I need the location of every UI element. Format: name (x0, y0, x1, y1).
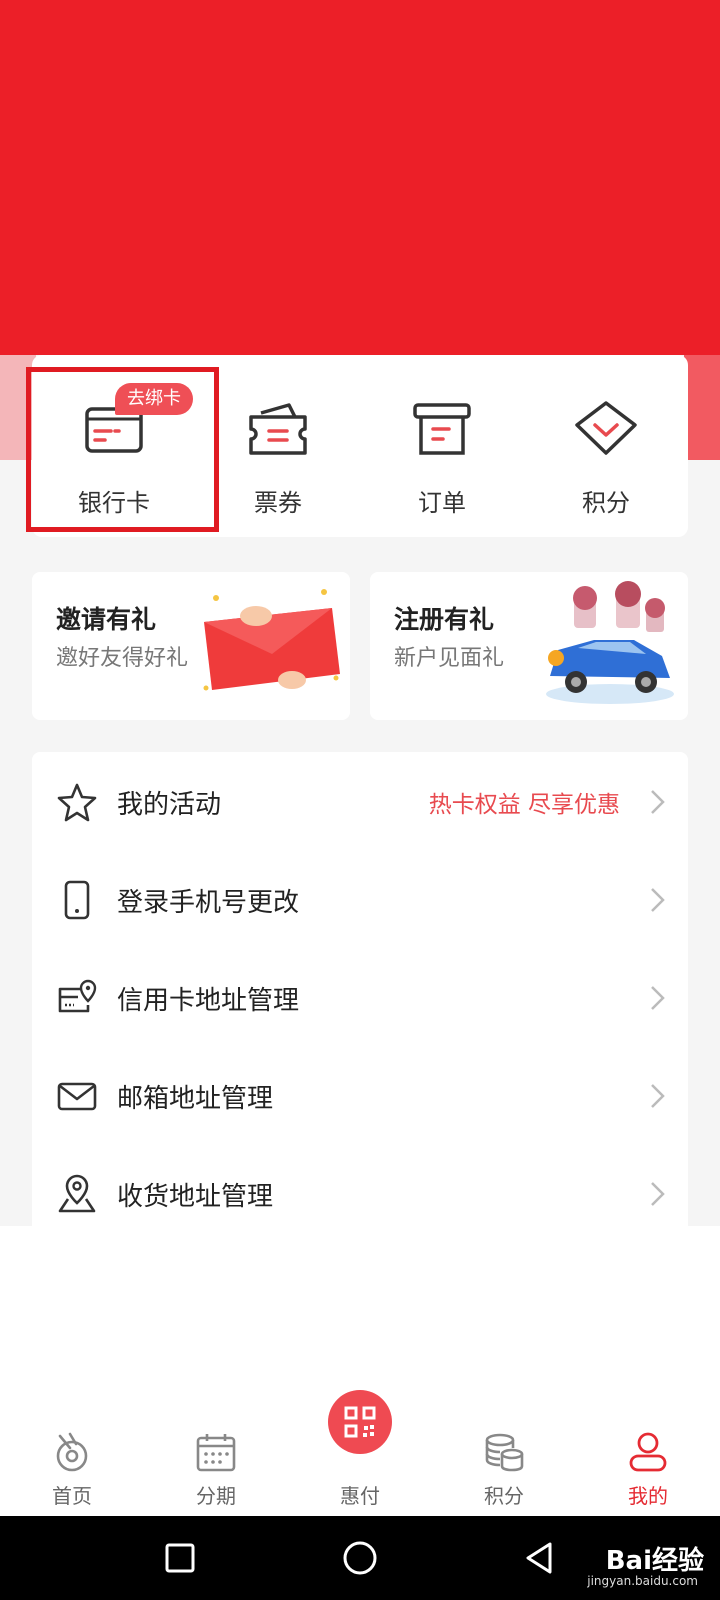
tab-label: 我的 (628, 1484, 668, 1508)
tab-label: 积分 (484, 1484, 524, 1508)
chevron-right-icon (651, 1084, 665, 1108)
chevron-right-icon (651, 790, 665, 814)
menu-item-promo-text: 热卡权益 尽享优惠 (428, 792, 620, 818)
menu-item-my-activities[interactable]: 我的活动 热卡权益 尽享优惠 (32, 752, 688, 852)
system-navigation-bar: Bai经验 jingyan.baidu.com (0, 1516, 720, 1600)
chevron-right-icon (651, 986, 665, 1010)
tab-mine[interactable]: 我的 (576, 1400, 720, 1516)
menu-item-label: 收货地址管理 (117, 1181, 274, 1212)
home-circle-icon[interactable] (340, 1538, 380, 1578)
location-pin-icon (58, 1174, 96, 1213)
menu-item-change-phone[interactable]: 登录手机号更改 (32, 850, 688, 950)
car-gift-illustration (546, 581, 674, 704)
tab-home[interactable]: 首页 (0, 1400, 144, 1516)
quick-item-label: 票券 (254, 489, 302, 517)
ticket-icon (249, 403, 307, 455)
back-icon[interactable] (520, 1538, 560, 1578)
card-location-icon (58, 979, 97, 1013)
home-icon (56, 1432, 88, 1472)
promo-invite[interactable]: 邀请有礼 邀好友得好礼 (32, 572, 350, 720)
quick-item-label: 订单 (418, 489, 466, 517)
header-edge-right (684, 355, 720, 460)
star-icon (57, 783, 97, 822)
settings-menu: 我的活动 热卡权益 尽享优惠 登录手机号更改 信用卡地址管理 邮箱地址管理 收货… (32, 752, 688, 1226)
red-envelope-illustration (203, 589, 340, 691)
quick-item-label: 积分 (582, 489, 630, 517)
diamond-icon (575, 401, 637, 455)
menu-item-email-address[interactable]: 邮箱地址管理 (32, 1046, 688, 1146)
coins-icon (485, 1433, 524, 1472)
promo-subtitle: 新户见面礼 (394, 646, 505, 671)
chevron-right-icon (651, 888, 665, 912)
tab-installments[interactable]: 分期 (144, 1400, 288, 1516)
promo-title: 注册有礼 (394, 605, 495, 634)
recent-apps-icon[interactable] (160, 1538, 200, 1578)
promo-title: 邀请有礼 (56, 605, 157, 634)
calendar-icon (196, 1434, 236, 1472)
qr-code-icon (344, 1406, 376, 1438)
tab-label: 惠付 (340, 1484, 380, 1508)
order-icon (413, 403, 471, 455)
menu-item-label: 登录手机号更改 (117, 887, 300, 918)
tab-label: 首页 (52, 1484, 92, 1508)
menu-item-label: 信用卡地址管理 (117, 985, 300, 1016)
bind-card-badge[interactable]: 去绑卡 (115, 383, 193, 415)
chevron-right-icon (651, 1182, 665, 1206)
tab-points[interactable]: 积分 (432, 1400, 576, 1516)
mail-icon (57, 1082, 97, 1111)
menu-item-shipping-address[interactable]: 收货地址管理 (32, 1144, 688, 1244)
menu-item-label: 我的活动 (117, 789, 222, 820)
phone-icon (64, 880, 90, 920)
tab-label: 分期 (196, 1484, 236, 1508)
quick-item-points[interactable]: 积分 (524, 355, 688, 537)
promo-subtitle: 邀好友得好礼 (56, 646, 189, 671)
menu-item-label: 邮箱地址管理 (117, 1083, 274, 1114)
menu-item-credit-card-address[interactable]: 信用卡地址管理 (32, 948, 688, 1048)
quick-item-order[interactable]: 订单 (360, 355, 524, 537)
quick-item-ticket[interactable]: 票券 (196, 355, 360, 537)
pay-button[interactable] (328, 1390, 392, 1454)
watermark-url: jingyan.baidu.com (587, 1574, 698, 1588)
promo-register[interactable]: 注册有礼 新户见面礼 (370, 572, 688, 720)
watermark-brand: Bai经验 (605, 1546, 704, 1576)
user-icon (629, 1432, 667, 1472)
